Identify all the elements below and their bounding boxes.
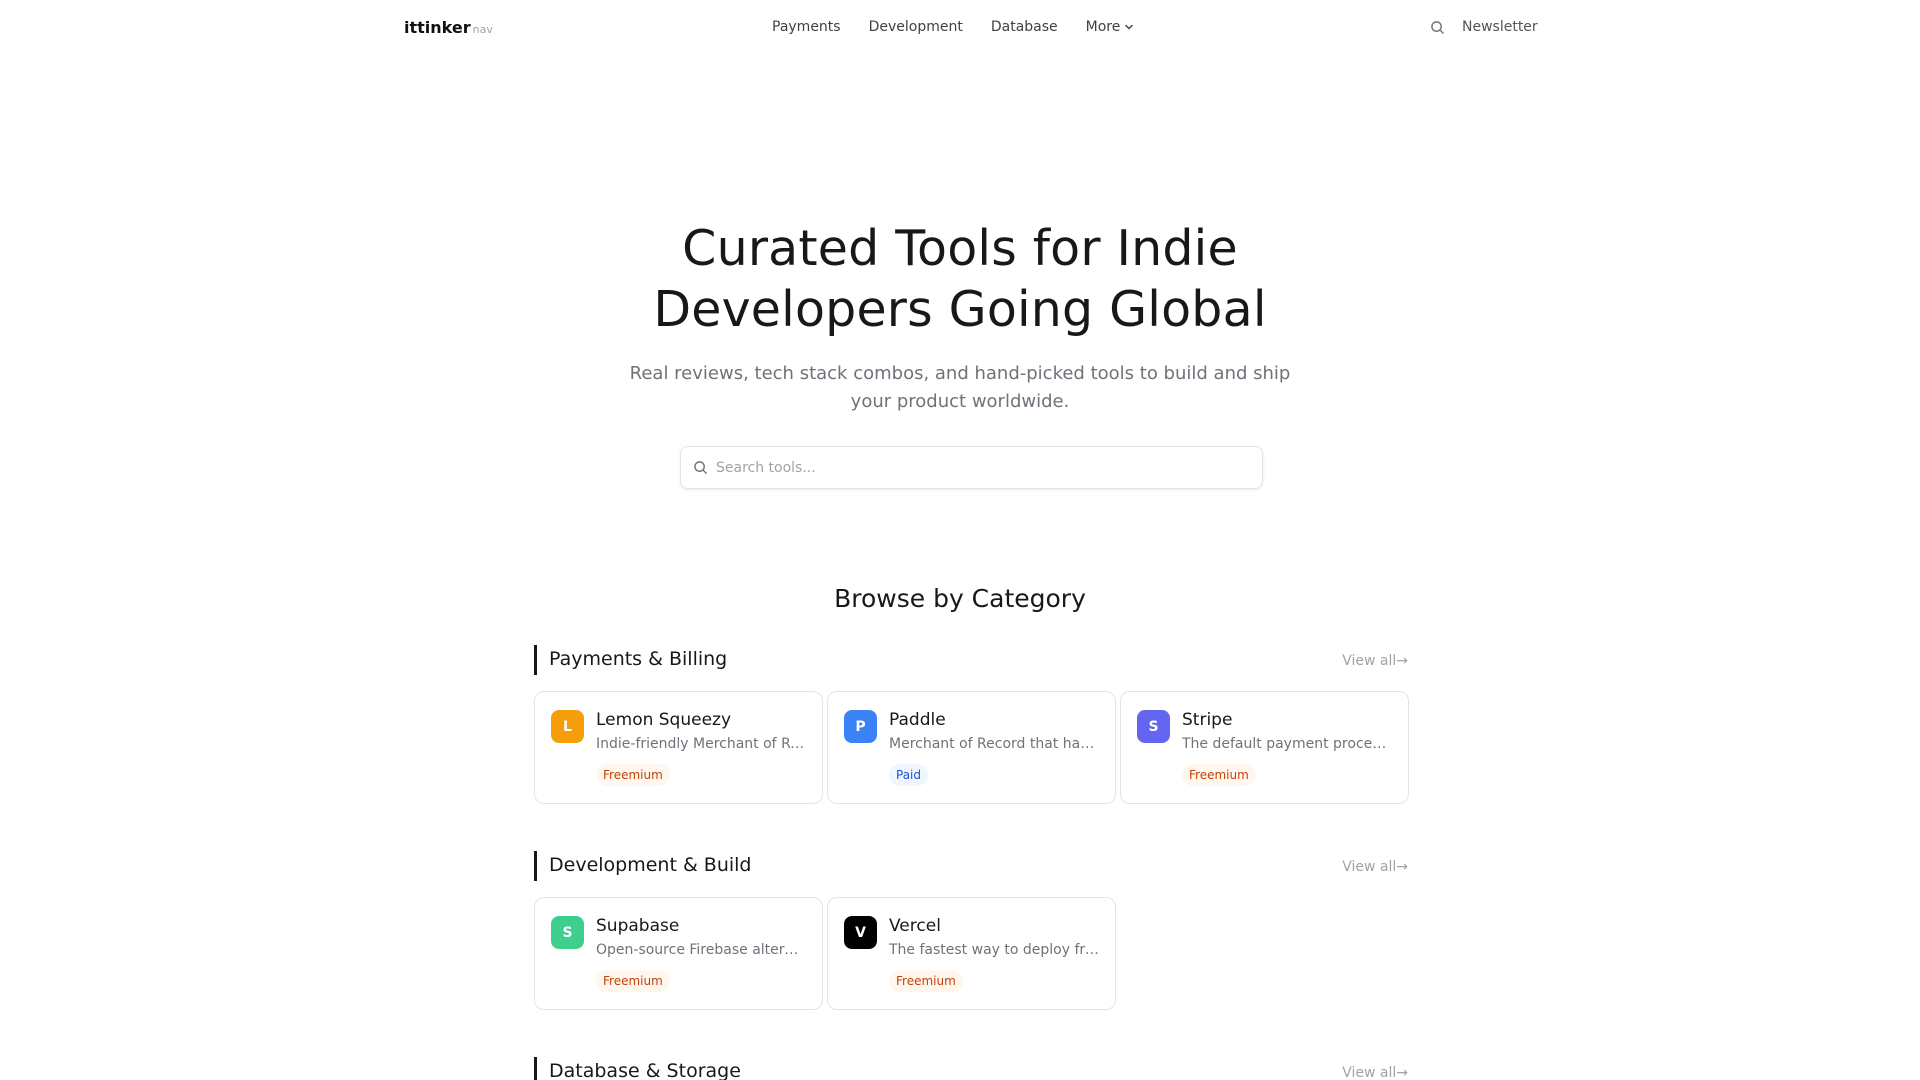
hero-title-line-2: Developers Going Global — [653, 281, 1267, 338]
tool-name: Vercel — [889, 916, 941, 936]
section-title: Development & Build — [549, 854, 752, 876]
tool-card[interactable]: S Stripe The default payment processor F… — [1120, 691, 1409, 804]
nav-link-database[interactable]: Database — [991, 19, 1058, 35]
nav-more-dropdown[interactable]: More — [1086, 19, 1135, 35]
tool-description: The default payment processor — [1182, 736, 1392, 752]
section-title: Payments & Billing — [549, 648, 728, 670]
hero-section: Curated Tools for Indie Developers Going… — [0, 218, 1920, 416]
tool-card[interactable]: P Paddle Merchant of Record that handles… — [827, 691, 1116, 804]
nav-link-development[interactable]: Development — [869, 19, 963, 35]
section-accent-bar — [534, 851, 537, 881]
section-header: Development & Build View all→ — [534, 851, 1408, 881]
pricing-badge: Freemium — [596, 764, 670, 786]
hero-title-line-1: Curated Tools for Indie — [682, 220, 1238, 277]
tool-card[interactable]: V Vercel The fastest way to deploy front… — [827, 897, 1116, 1010]
pricing-badge: Paid — [889, 764, 929, 786]
browse-title: Browse by Category — [834, 584, 1086, 613]
pricing-badge: Freemium — [596, 970, 670, 992]
tool-logo: L — [551, 710, 584, 743]
tool-logo: V — [844, 916, 877, 949]
nav-right: Newsletter — [1428, 18, 1538, 36]
category-section-development: Development & Build View all→ S Supabase… — [534, 851, 1408, 1010]
tool-card-list: L Lemon Squeezy Indie-friendly Merchant … — [534, 691, 1409, 804]
brand-name: ittinker — [404, 18, 471, 37]
view-all-link[interactable]: View all→ — [1342, 653, 1408, 669]
tool-description: Merchant of Record that handles taxes — [889, 736, 1099, 752]
category-section-database: Database & Storage View all→ — [534, 1057, 1408, 1080]
section-accent-bar — [534, 1057, 537, 1080]
category-section-payments: Payments & Billing View all→ L Lemon Squ… — [534, 645, 1409, 804]
search-input[interactable] — [716, 459, 1236, 476]
section-header: Database & Storage View all→ — [534, 1057, 1408, 1080]
tool-search-bar[interactable] — [680, 446, 1263, 489]
tool-card[interactable]: L Lemon Squeezy Indie-friendly Merchant … — [534, 691, 823, 804]
tool-logo: S — [1137, 710, 1170, 743]
tool-card[interactable]: S Supabase Open-source Firebase alternat… — [534, 897, 823, 1010]
section-accent-bar — [534, 645, 537, 675]
tool-description: Indie-friendly Merchant of Record — [596, 736, 806, 752]
tool-description: Open-source Firebase alternative — [596, 942, 806, 958]
tool-description: The fastest way to deploy frontends — [889, 942, 1099, 958]
hero-title: Curated Tools for Indie Developers Going… — [0, 218, 1920, 340]
tool-name: Supabase — [596, 916, 680, 936]
newsletter-link[interactable]: Newsletter — [1462, 19, 1538, 35]
pricing-badge: Freemium — [889, 970, 963, 992]
view-all-link[interactable]: View all→ — [1342, 859, 1408, 875]
search-icon[interactable] — [1428, 18, 1446, 36]
tool-name: Lemon Squeezy — [596, 710, 732, 730]
top-navigation: ittinker nav Payments Development Databa… — [0, 0, 1920, 56]
hero-subtitle: Real reviews, tech stack combos, and han… — [629, 363, 1291, 412]
tool-card-list: S Supabase Open-source Firebase alternat… — [534, 897, 1116, 1010]
pricing-badge: Freemium — [1182, 764, 1256, 786]
brand-suffix: nav — [472, 23, 493, 36]
nav-links: Payments Development Database More — [772, 19, 1134, 35]
tool-logo: S — [551, 916, 584, 949]
tool-name: Stripe — [1182, 710, 1233, 730]
nav-more-label: More — [1085, 19, 1121, 35]
section-title: Database & Storage — [549, 1060, 741, 1080]
view-all-link[interactable]: View all→ — [1342, 1065, 1408, 1080]
chevron-down-icon — [1125, 24, 1134, 30]
tool-name: Paddle — [889, 710, 946, 730]
tool-logo: P — [844, 710, 877, 743]
section-header: Payments & Billing View all→ — [534, 645, 1408, 675]
nav-link-payments[interactable]: Payments — [772, 19, 841, 35]
brand-logo[interactable]: ittinker nav — [404, 18, 493, 37]
search-icon — [694, 461, 707, 474]
